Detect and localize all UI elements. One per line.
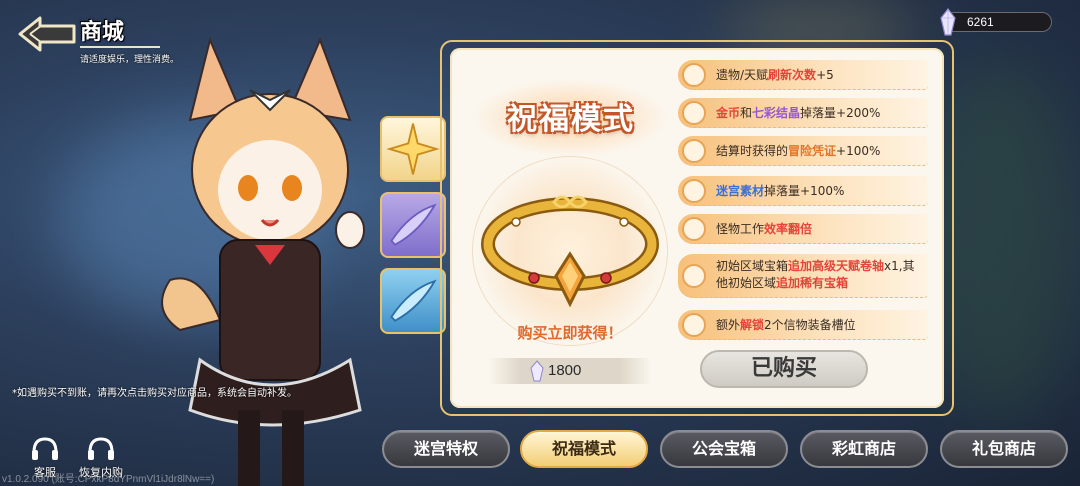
tab-4[interactable]: 彩虹商店 (800, 430, 928, 468)
perk-text-segment: 结算时获得的 (716, 144, 789, 158)
currency-value: 6261 (967, 15, 994, 29)
perk-text-segment: 遗物/天赋 (716, 68, 769, 82)
side-tab-blue[interactable] (380, 268, 446, 334)
perk-text: 怪物工作效率翻倍 (716, 221, 924, 238)
perk-text: 迷宫素材掉落量+100% (716, 183, 924, 200)
perk-text-segment: 初始区域宝箱 (716, 259, 789, 273)
perk-text: 遗物/天赋刷新次数+5 (716, 67, 924, 84)
tab-5[interactable]: 礼包商店 (940, 430, 1068, 468)
perk-text-segment: 2个信物装备槽位 (764, 318, 856, 332)
perk-text-segment: +100% (836, 144, 881, 158)
perk-text-segment: 追加稀有宝箱 (776, 276, 849, 290)
perk-row: 迷宫素材掉落量+100% (678, 176, 928, 206)
perk-text-segment: 冒险凭证 (788, 144, 837, 158)
crystal-icon (530, 360, 544, 382)
perk-text-segment: 金币 (716, 106, 741, 120)
perk-text-segment: 怪物工作 (716, 222, 765, 236)
golden-bracelet-icon (481, 195, 659, 308)
purple-feather-icon (390, 203, 437, 246)
perk-text-segment: 解锁 (740, 318, 765, 332)
headset-icon (88, 437, 114, 460)
price-box: 1800 (488, 358, 652, 384)
perk-row: 初始区域宝箱追加高级天赋卷轴x1,其他初始区域追加稀有宝箱 (678, 254, 928, 298)
tab-3[interactable]: 公会宝箱 (660, 430, 788, 468)
back-arrow-icon[interactable] (16, 14, 78, 54)
coin-crystal-icon (682, 101, 706, 125)
side-tab-blessing[interactable] (380, 116, 446, 182)
material-icon (682, 179, 706, 203)
version-text: v1.0.2.090 (账号:CPxkP8dYPnmVl1iJdr8lNw==) (2, 474, 215, 485)
perk-row: 遗物/天赋刷新次数+5 (678, 60, 928, 90)
perk-text-segment: 和 (740, 106, 753, 120)
perk-text-segment: 效率翻倍 (764, 222, 813, 236)
purchase-notice: *如遇购买不到账，请再次点击购买对应商品，系统会自动补发。 (12, 388, 297, 399)
perk-text-segment: 掉落量+200% (800, 106, 881, 120)
token-icon (682, 63, 706, 87)
tab-1[interactable]: 迷宫特权 (382, 430, 510, 468)
chest-icon (682, 264, 706, 288)
perk-text: 金币和七彩结晶掉落量+200% (716, 105, 924, 122)
clock-icon (682, 217, 706, 241)
character-illustration (161, 36, 365, 486)
perk-text: 结算时获得的冒险凭证+100% (716, 143, 924, 160)
perk-text-segment: 掉落量+100% (764, 184, 845, 198)
headset-icon (32, 437, 58, 460)
blue-feather-icon (390, 279, 437, 322)
star-icon (386, 123, 440, 175)
side-tab-purple[interactable] (380, 192, 446, 258)
perk-text: 初始区域宝箱追加高级天赋卷轴x1,其他初始区域追加稀有宝箱 (716, 258, 924, 292)
perk-text-segment: 追加高级天赋卷轴 (788, 259, 885, 273)
currency-display: 6261 (940, 8, 1052, 36)
page-title: 商城 (80, 14, 161, 48)
perk-text-segment: 刷新次数 (768, 68, 817, 82)
panel-title: 祝福模式 (507, 102, 635, 137)
perk-row: 结算时获得的冒险凭证+100% (678, 136, 928, 166)
perk-text-segment: 迷宫素材 (716, 184, 765, 198)
perk-row: 额外解锁2个信物装备槽位 (678, 310, 928, 340)
blessing-panel: 祝福模式 购买立即获得！ 1800 遗物/天赋刷新次数+5 金币和七彩结晶掉落量+… (450, 48, 944, 408)
slot-icon (682, 313, 706, 337)
purchased-button[interactable]: 已购买 (700, 350, 868, 388)
perk-row: 怪物工作效率翻倍 (678, 214, 928, 244)
buy-reward-label: 购买立即获得！ (517, 324, 623, 342)
perk-text-segment: +5 (816, 68, 834, 82)
perk-text: 额外解锁2个信物装备槽位 (716, 317, 924, 334)
price-value: 1800 (548, 362, 582, 379)
perk-row: 金币和七彩结晶掉落量+200% (678, 98, 928, 128)
perk-text-segment: 七彩结晶 (752, 106, 801, 120)
tab-2[interactable]: 祝福模式 (520, 430, 648, 468)
perk-text-segment: 额外 (716, 318, 741, 332)
crystal-icon (940, 8, 956, 36)
scroll-icon (682, 139, 706, 163)
